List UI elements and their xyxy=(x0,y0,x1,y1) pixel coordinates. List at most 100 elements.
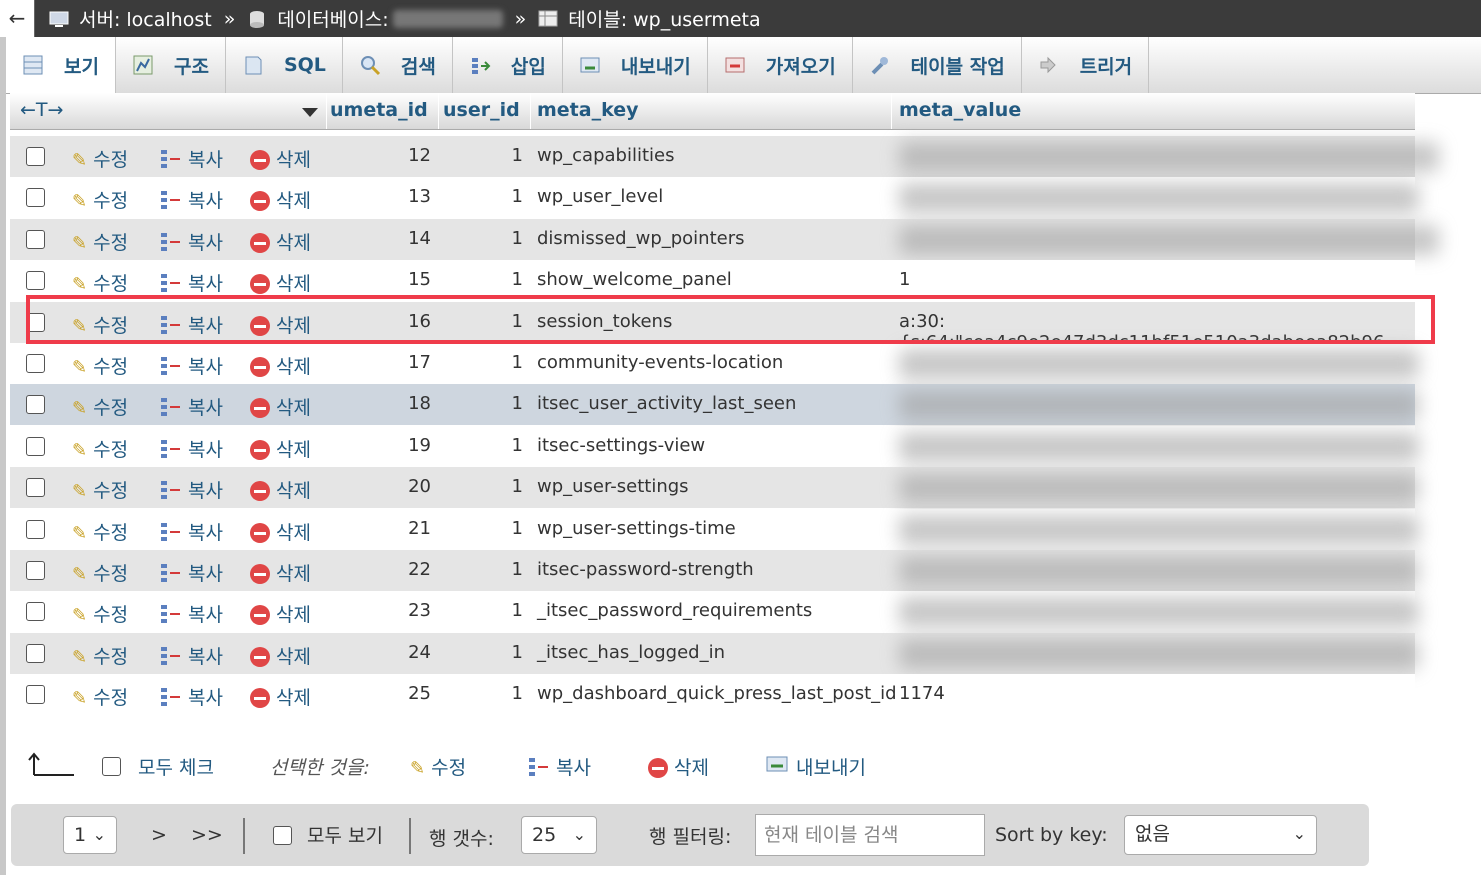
tab-sql[interactable]: SQL xyxy=(226,37,343,93)
table-row[interactable]: ✎ 수정 복사 삭제 14 1 dismissed_wp_pointers xyxy=(10,218,1439,260)
breadcrumb-table[interactable]: 테이블: wp_usermeta xyxy=(568,5,760,32)
tab-export[interactable]: 내보내기 xyxy=(563,37,708,93)
filter-input[interactable]: 현재 테이블 검색 xyxy=(755,814,985,856)
copy-link[interactable]: 복사 xyxy=(160,559,223,586)
row-checkbox[interactable] xyxy=(26,519,45,539)
edit-link[interactable]: ✎ 수정 xyxy=(72,518,128,545)
check-all-checkbox[interactable] xyxy=(102,757,121,776)
copy-link[interactable]: 복사 xyxy=(160,642,223,669)
show-all-checkbox[interactable] xyxy=(273,826,292,845)
delete-link[interactable]: 삭제 xyxy=(250,145,311,172)
copy-link[interactable]: 복사 xyxy=(160,600,223,627)
next-page-button[interactable]: > xyxy=(151,816,167,854)
row-checkbox[interactable] xyxy=(26,147,45,166)
col-meta-key[interactable]: meta_key xyxy=(537,99,639,121)
delete-link[interactable]: 삭제 xyxy=(250,435,311,462)
delete-link[interactable]: 삭제 xyxy=(250,228,311,255)
delete-link[interactable]: 삭제 xyxy=(250,518,311,545)
bulk-export-button[interactable]: 내보내기 xyxy=(766,753,866,780)
bulk-delete-button[interactable]: 삭제 xyxy=(648,753,709,780)
breadcrumb-server[interactable]: 서버: localhost xyxy=(79,5,212,32)
table-row[interactable]: ✎ 수정 복사 삭제 18 1 itsec_user_activity_last_se… xyxy=(10,384,1419,426)
delete-link[interactable]: 삭제 xyxy=(250,186,311,213)
edit-link[interactable]: ✎ 수정 xyxy=(72,642,128,669)
edit-link[interactable]: ✎ 수정 xyxy=(72,683,128,710)
edit-link[interactable]: ✎ 수정 xyxy=(72,186,128,213)
check-all-label[interactable]: 모두 체크 xyxy=(138,753,214,780)
copy-link[interactable]: 복사 xyxy=(160,393,223,420)
table-row[interactable]: ✎ 수정 복사 삭제 19 1 itsec-settings-view xyxy=(10,425,1419,467)
column-arrows[interactable]: ←T→ xyxy=(20,99,63,121)
bulk-edit-button[interactable]: ✎ 수정 xyxy=(410,753,466,780)
edit-link[interactable]: ✎ 수정 xyxy=(72,228,128,255)
copy-link[interactable]: 복사 xyxy=(160,435,223,462)
copy-link[interactable]: 복사 xyxy=(160,145,223,172)
delete-link[interactable]: 삭제 xyxy=(250,476,311,503)
tab-label: 구조 xyxy=(173,55,209,78)
col-meta-value[interactable]: meta_value xyxy=(899,99,1021,121)
table-row[interactable]: ✎ 수정 복사 삭제 13 1 wp_user_level xyxy=(10,177,1419,219)
breadcrumb-database[interactable]: 데이터베이스: xyxy=(277,5,388,32)
tab-search[interactable]: 검색 xyxy=(343,37,453,93)
copy-link[interactable]: 복사 xyxy=(160,186,223,213)
delete-link[interactable]: 삭제 xyxy=(250,683,311,710)
row-checkbox[interactable] xyxy=(26,354,45,373)
row-checkbox[interactable] xyxy=(26,685,45,705)
sort-dropdown-icon[interactable] xyxy=(302,101,318,123)
cell-meta-key: community-events-location xyxy=(537,352,784,373)
copy-icon xyxy=(160,522,182,542)
edit-link[interactable]: ✎ 수정 xyxy=(72,352,128,379)
sort-key-select[interactable]: 없음 ⌄ xyxy=(1124,815,1317,855)
table-row[interactable]: ✎ 수정 복사 삭제 23 1 _itsec_password_requirement… xyxy=(10,591,1419,633)
edit-link[interactable]: ✎ 수정 xyxy=(72,269,128,296)
row-checkbox[interactable] xyxy=(26,478,45,498)
tab-operations[interactable]: 테이블 작업 xyxy=(853,37,1022,93)
table-row[interactable]: ✎ 수정 복사 삭제 24 1 _itsec_has_logged_in xyxy=(10,632,1419,674)
last-page-button[interactable]: >> xyxy=(191,816,223,854)
show-all-label[interactable]: 모두 보기 xyxy=(307,821,383,848)
tab-triggers[interactable]: 트리거 xyxy=(1022,37,1150,93)
table-row[interactable]: ✎ 수정 복사 삭제 12 1 wp_capabilities xyxy=(10,136,1439,177)
row-checkbox[interactable] xyxy=(26,643,45,663)
row-checkbox[interactable] xyxy=(26,271,45,291)
edit-link[interactable]: ✎ 수정 xyxy=(72,435,128,462)
edit-link[interactable]: ✎ 수정 xyxy=(72,476,128,503)
row-checkbox[interactable] xyxy=(26,561,45,580)
copy-link[interactable]: 복사 xyxy=(160,269,223,296)
copy-link[interactable]: 복사 xyxy=(160,352,223,379)
table-row[interactable]: ✎ 수정 복사 삭제 22 1 itsec-password-strength xyxy=(10,550,1419,591)
copy-link[interactable]: 복사 xyxy=(160,683,223,710)
table-row[interactable]: ✎ 수정 복사 삭제 21 1 wp_user-settings-time xyxy=(10,508,1419,550)
copy-link[interactable]: 복사 xyxy=(160,228,223,255)
edit-link[interactable]: ✎ 수정 xyxy=(72,393,128,420)
tab-import[interactable]: 가져오기 xyxy=(708,37,853,93)
copy-link[interactable]: 복사 xyxy=(160,476,223,503)
edit-link[interactable]: ✎ 수정 xyxy=(72,559,128,586)
delete-link[interactable]: 삭제 xyxy=(250,559,311,586)
delete-link[interactable]: 삭제 xyxy=(250,600,311,627)
rows-select[interactable]: 25 ⌄ xyxy=(521,816,597,854)
table-row[interactable]: ✎ 수정 복사 삭제 20 1 wp_user-settings xyxy=(10,467,1419,509)
delete-link[interactable]: 삭제 xyxy=(250,269,311,296)
table-row[interactable]: ✎ 수정 복사 삭제 17 1 community-events-location xyxy=(10,343,1419,384)
tab-structure[interactable]: 구조 xyxy=(116,37,226,93)
copy-link[interactable]: 복사 xyxy=(160,518,223,545)
back-button[interactable]: ← xyxy=(0,0,35,37)
delete-link[interactable]: 삭제 xyxy=(250,352,311,379)
bulk-copy-button[interactable]: 복사 xyxy=(528,753,591,780)
row-checkbox[interactable] xyxy=(26,602,45,622)
page-select[interactable]: 1 ⌄ xyxy=(63,816,117,854)
tab-browse[interactable]: 보기 xyxy=(6,37,116,93)
delete-link[interactable]: 삭제 xyxy=(250,393,311,420)
row-checkbox[interactable] xyxy=(26,229,45,249)
col-umeta-id[interactable]: umeta_id xyxy=(330,99,428,121)
row-checkbox[interactable] xyxy=(26,436,45,456)
row-checkbox[interactable] xyxy=(26,395,45,415)
delete-link[interactable]: 삭제 xyxy=(250,642,311,669)
edit-link[interactable]: ✎ 수정 xyxy=(72,600,128,627)
edit-link[interactable]: ✎ 수정 xyxy=(72,145,128,172)
row-checkbox[interactable] xyxy=(26,188,45,208)
tab-insert[interactable]: 삽입 xyxy=(453,37,563,93)
table-row[interactable]: ✎ 수정 복사 삭제 25 1 wp_dashboard_quick_press_la… xyxy=(10,674,1415,716)
col-user-id[interactable]: user_id xyxy=(443,99,520,121)
